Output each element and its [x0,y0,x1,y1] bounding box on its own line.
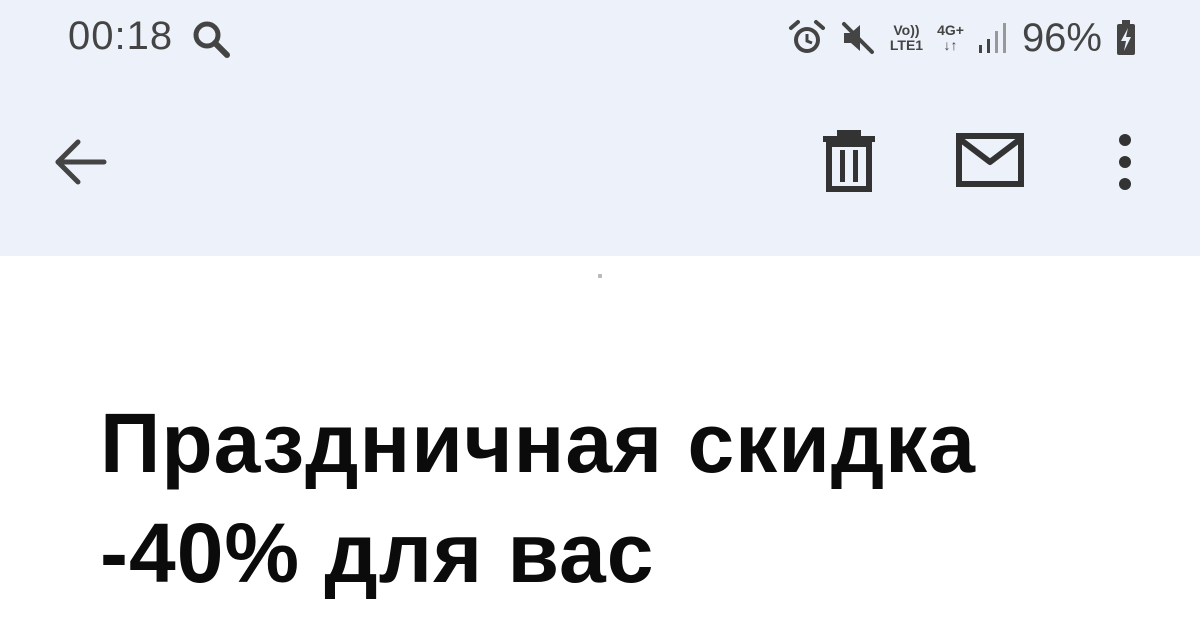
email-toolbar [0,100,1200,220]
signal-icon [978,23,1006,53]
data-arrows-label: ↓↑ [943,37,958,53]
battery-charging-icon [1117,20,1135,55]
battery-percent: 96% [1021,15,1102,60]
back-arrow-icon[interactable] [50,132,110,192]
search-icon [193,21,230,58]
lte-label: LTE1 [889,37,924,53]
mail-icon[interactable] [955,132,1025,190]
subject-line-1: Праздничная скидка [100,396,976,490]
divider-dot [598,274,602,278]
status-bar: 00:18 Vo)) LTE1 4G+ ↓↑ 96% [0,0,1200,76]
subject-line-2: -40% для вас [100,506,655,600]
alarm-icon [788,20,825,53]
volte-label: Vo)) [893,22,920,38]
network-type-indicator: 4G+ ↓↑ [937,23,964,53]
mute-icon [841,22,874,54]
more-vert-icon[interactable] [1108,130,1142,194]
status-icons: Vo)) LTE1 4G+ ↓↑ 96% [788,14,1136,62]
network-4g-label: 4G+ [937,22,964,38]
email-subject: Праздничная скидка -40% для вас [100,388,1120,608]
trash-icon[interactable] [820,128,878,192]
volte-indicator: Vo)) LTE1 [890,23,923,53]
app-header-area: 00:18 Vo)) LTE1 4G+ ↓↑ 96% [0,0,1200,256]
status-time: 00:18 [68,14,174,58]
